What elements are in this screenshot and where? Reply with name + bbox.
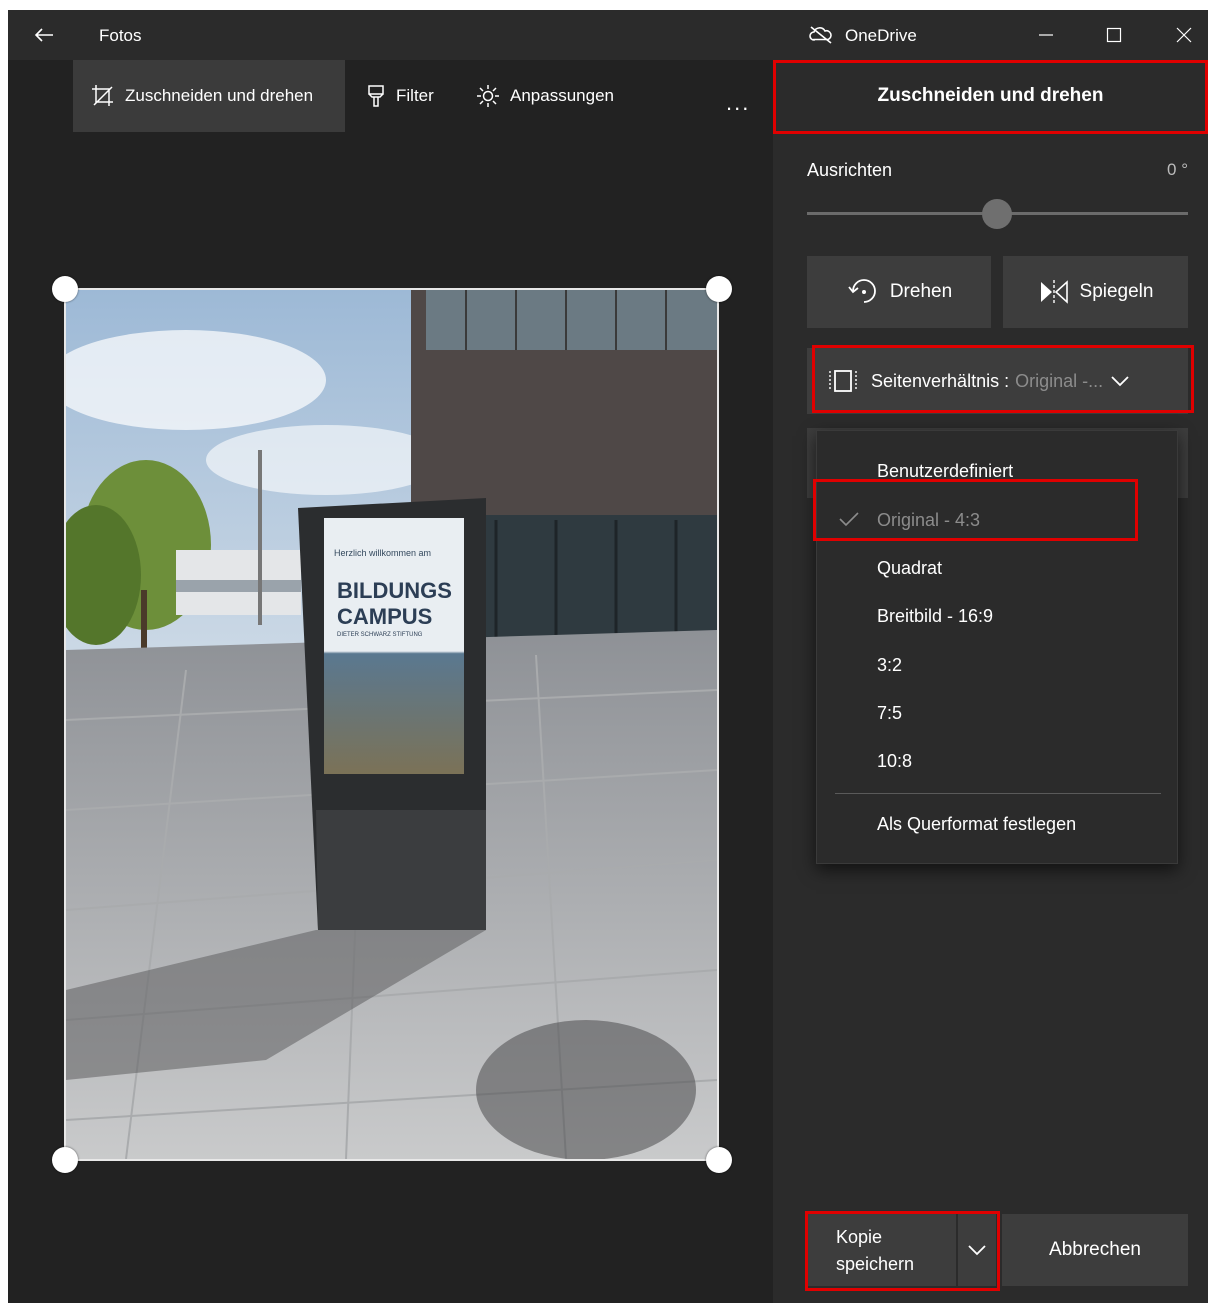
tab-crop-rotate[interactable]: Zuschneiden und drehen: [73, 60, 345, 132]
highlight-panel-title: [773, 60, 1208, 134]
menu-item-widescreen[interactable]: Breitbild - 16:9: [877, 606, 993, 627]
crop-icon: [92, 85, 113, 106]
crop-handle-bottom-right[interactable]: [706, 1147, 732, 1173]
photos-app-window: Fotos OneDrive Zuschneiden und drehen Fi…: [8, 10, 1208, 1303]
menu-item-square[interactable]: Quadrat: [877, 558, 942, 579]
close-icon: [1176, 27, 1192, 43]
cancel-button[interactable]: Abbrechen: [1002, 1214, 1188, 1286]
sign-welcome-text: Herzlich willkommen am: [334, 548, 431, 558]
back-button[interactable]: [28, 20, 60, 50]
tab-filter-label: Filter: [396, 86, 434, 105]
highlight-aspect-ratio: [812, 345, 1194, 413]
straighten-label: Ausrichten: [807, 160, 893, 180]
filter-brush-icon: [368, 85, 384, 107]
crop-handle-bottom-left[interactable]: [52, 1147, 78, 1173]
tab-filter[interactable]: Filter: [366, 60, 434, 132]
minimize-icon: [1039, 34, 1053, 36]
menu-item-landscape[interactable]: Als Querformat festlegen: [877, 814, 1076, 835]
rotate-label: Drehen: [889, 281, 953, 302]
photo-image: Herzlich willkommen am BILDUNGS CAMPUS D…: [66, 290, 717, 1159]
highlight-original-item: [813, 479, 1138, 541]
tab-crop-rotate-label: Zuschneiden und drehen: [125, 86, 314, 105]
mirror-flip-icon: [1040, 280, 1068, 304]
title-bar: Fotos OneDrive: [8, 10, 1208, 60]
minimize-button[interactable]: [1024, 16, 1068, 54]
app-title: Fotos: [99, 26, 142, 45]
onedrive-cloud-off-icon[interactable]: [808, 25, 834, 45]
arrow-left-icon: [34, 28, 53, 42]
brightness-icon: [477, 85, 499, 107]
edit-toolbar: Zuschneiden und drehen Filter Anpassunge…: [8, 60, 773, 132]
menu-item-10-8[interactable]: 10:8: [877, 751, 912, 772]
mirror-label: Spiegeln: [1079, 281, 1154, 302]
maximize-icon: [1106, 27, 1122, 43]
rotate-button[interactable]: Drehen: [807, 256, 991, 328]
menu-separator: [835, 793, 1161, 794]
maximize-button[interactable]: [1092, 16, 1136, 54]
tab-adjustments-label: Anpassungen: [510, 86, 614, 105]
onedrive-label[interactable]: OneDrive: [845, 26, 917, 46]
rotate-icon: [848, 279, 876, 303]
sign-title-line2: CAMPUS: [337, 604, 432, 629]
close-button[interactable]: [1162, 16, 1206, 54]
straighten-value: 0 °: [1167, 160, 1188, 179]
straighten-slider-thumb[interactable]: [982, 199, 1012, 229]
tab-adjustments[interactable]: Anpassungen: [476, 60, 614, 132]
sign-title-line1: BILDUNGS: [337, 578, 452, 603]
crop-handle-top-left[interactable]: [52, 276, 78, 302]
sign-subtitle: DIETER SCHWARZ STIFTUNG: [337, 632, 423, 638]
mirror-button[interactable]: Spiegeln: [1003, 256, 1188, 328]
menu-item-3-2[interactable]: 3:2: [877, 655, 902, 676]
crop-handle-top-right[interactable]: [706, 276, 732, 302]
menu-item-7-5[interactable]: 7:5: [877, 703, 902, 724]
more-options-button[interactable]: ...: [726, 90, 750, 116]
photo-crop-area[interactable]: Herzlich willkommen am BILDUNGS CAMPUS D…: [64, 288, 719, 1161]
highlight-save-copy: [805, 1211, 1000, 1291]
